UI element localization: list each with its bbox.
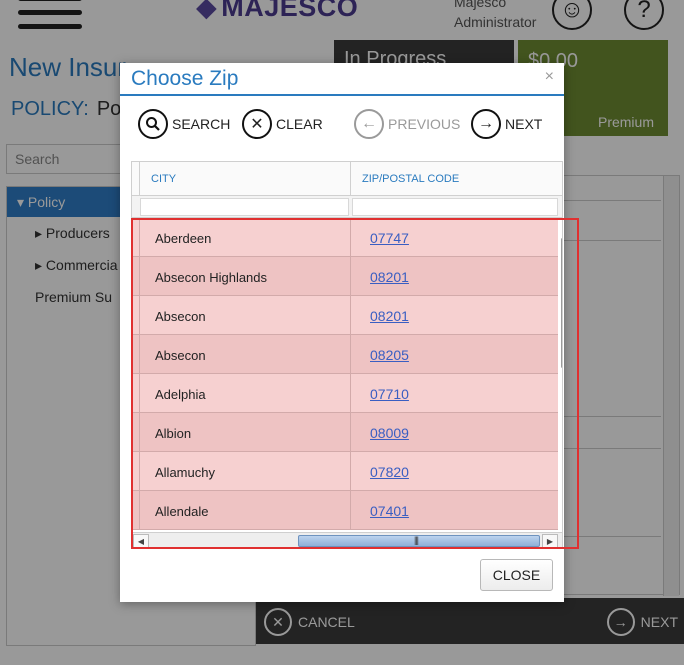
clear-icon: ✕ [242, 109, 272, 139]
next-button[interactable]: → NEXT [471, 109, 542, 139]
search-button[interactable]: SEARCH [138, 109, 230, 139]
close-icon[interactable]: × [545, 68, 554, 86]
city-cell: Adelphia [140, 374, 351, 412]
zip-link[interactable]: 08205 [351, 335, 409, 373]
zip-link[interactable]: 07710 [351, 374, 409, 412]
column-header-zip[interactable]: ZIP/POSTAL CODE [362, 173, 459, 185]
zip-link[interactable]: 07747 [351, 218, 409, 256]
table-row[interactable]: Allamuchy 07820 [132, 452, 558, 491]
filter-row [132, 196, 562, 218]
title-divider [120, 94, 564, 96]
grid-header: CITY ZIP/POSTAL CODE [132, 162, 562, 196]
zip-link[interactable]: 08009 [351, 413, 409, 451]
city-filter-input[interactable] [140, 198, 349, 216]
city-cell: Absecon [140, 335, 351, 373]
city-cell: Absecon Highlands [140, 257, 351, 295]
arrow-right-icon: → [471, 109, 501, 139]
arrow-left-icon: ← [354, 109, 384, 139]
table-row[interactable]: Absecon 08201 [132, 296, 558, 335]
city-cell: Allendale [140, 491, 351, 529]
scroll-right-icon[interactable]: ▶ [542, 534, 558, 548]
search-icon [138, 109, 168, 139]
grid-rows: Aberdeen 07747 Absecon Highlands 08201 Abs… [132, 218, 558, 530]
scroll-left-icon[interactable]: ◀ [133, 534, 149, 548]
table-row[interactable]: Allendale 07401 [132, 491, 558, 530]
choose-zip-dialog: Choose Zip × SEARCH ✕ CLEAR ← PREVIOUS →… [120, 63, 579, 602]
close-button[interactable]: CLOSE [480, 559, 553, 591]
zip-link[interactable]: 07820 [351, 452, 409, 490]
zip-link[interactable]: 08201 [351, 296, 409, 334]
zip-link[interactable]: 07401 [351, 491, 409, 529]
grid-horizontal-scrollbar[interactable]: ◀ ||| ▶ [132, 532, 562, 548]
city-cell: Absecon [140, 296, 351, 334]
previous-button[interactable]: ← PREVIOUS [354, 109, 460, 139]
city-cell: Allamuchy [140, 452, 351, 490]
table-row[interactable]: Aberdeen 07747 [132, 218, 558, 257]
zip-filter-input[interactable] [352, 198, 558, 216]
column-header-city[interactable]: CITY [151, 173, 176, 185]
table-row[interactable]: Adelphia 07710 [132, 374, 558, 413]
scrollbar-thumb[interactable]: ||| [298, 535, 540, 547]
clear-button[interactable]: ✕ CLEAR [242, 109, 323, 139]
dialog-title: Choose Zip [131, 67, 239, 90]
table-row[interactable]: Absecon Highlands 08201 [132, 257, 558, 296]
grid-vertical-scrollbar[interactable] [561, 238, 562, 368]
zip-link[interactable]: 08201 [351, 257, 409, 295]
table-row[interactable]: Absecon 08205 [132, 335, 558, 374]
city-cell: Aberdeen [140, 218, 351, 256]
zip-results-grid: CITY ZIP/POSTAL CODE Aberdeen 07747 Absec… [131, 161, 563, 549]
table-row[interactable]: Albion 08009 [132, 413, 558, 452]
city-cell: Albion [140, 413, 351, 451]
